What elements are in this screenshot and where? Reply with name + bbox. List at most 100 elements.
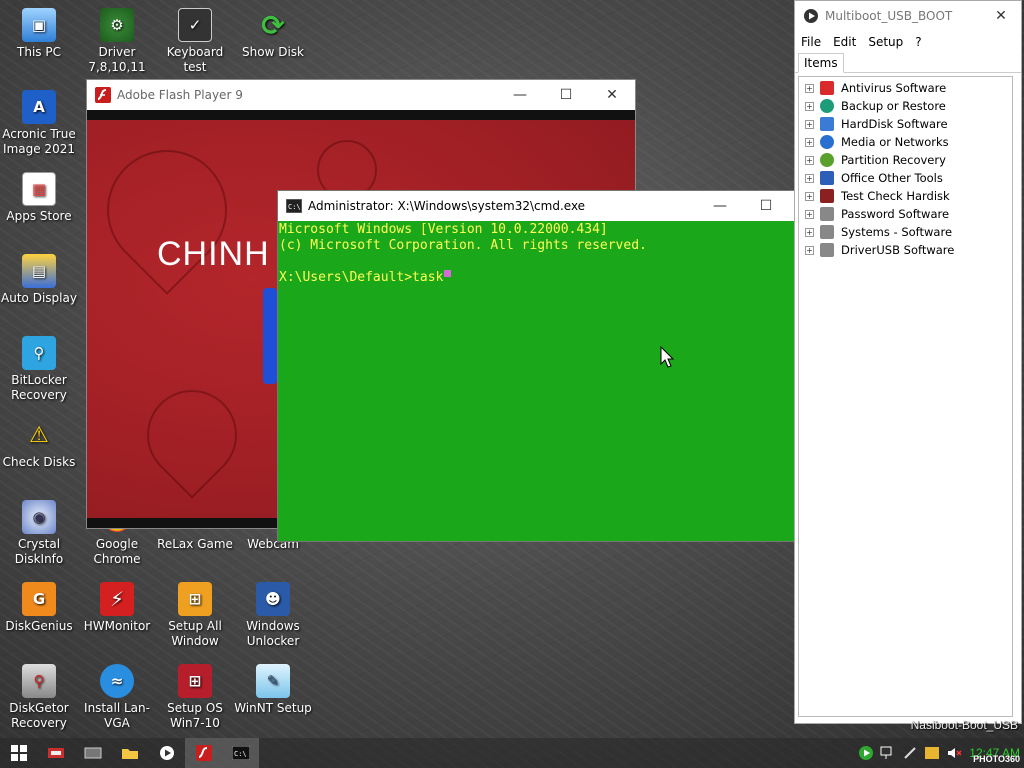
taskbar-network-tool[interactable]	[37, 738, 74, 768]
tree-item-harddisk[interactable]: + HardDisk Software	[799, 115, 1012, 133]
network-icon[interactable]	[877, 738, 899, 768]
start-button[interactable]	[0, 738, 37, 768]
hwmonitor-icon: ⚡	[100, 582, 134, 616]
usb-icon	[820, 243, 834, 257]
desktop-icon-show-disk[interactable]: ⟳ Show Disk	[234, 8, 312, 60]
desktop-icon-diskgenius[interactable]: G DiskGenius	[0, 582, 78, 634]
expand-icon[interactable]: +	[805, 191, 814, 201]
close-button[interactable]: ✕	[981, 1, 1021, 31]
windows-81-icon: ⊞	[178, 664, 212, 698]
flash-banner-text: CHINH	[157, 235, 270, 273]
maximize-button[interactable]: ☐	[543, 80, 589, 110]
minimize-button[interactable]: —	[497, 80, 543, 110]
multiboot-window[interactable]: Multiboot_USB_BOOT ✕ File Edit Setup ? I…	[794, 0, 1022, 724]
minimize-button[interactable]: —	[697, 191, 743, 221]
driver-icon: ⚙	[100, 8, 134, 42]
taskbar-flash-player[interactable]	[185, 738, 222, 768]
password-icon	[820, 207, 834, 221]
console-line: (c) Microsoft Corporation. All rights re…	[279, 238, 647, 253]
desktop-icon-diskgetor[interactable]: ⚲ DiskGetor Recovery	[0, 664, 78, 731]
menu-edit[interactable]: Edit	[833, 35, 856, 49]
desktop-icon-windows-unlocker[interactable]: ☻ Windows Unlocker	[234, 582, 312, 649]
desktop-icon-setup-all-window[interactable]: ⊞ Setup All Window	[156, 582, 234, 649]
desktop-icon-check-disks[interactable]: ⚠ Check Disks	[0, 418, 78, 470]
tree-item-antivirus[interactable]: + Antivirus Software	[799, 79, 1012, 97]
desktop-icon-driver[interactable]: ⚙ Driver 7,8,10,11	[78, 8, 156, 75]
crystal-disk-icon: ◉	[22, 500, 56, 534]
disk-warning-icon: ⚠	[29, 422, 49, 448]
partition-icon	[820, 153, 834, 167]
taskbar: C:\ 12:47 AM	[0, 738, 1024, 768]
text-cursor	[444, 270, 452, 277]
tree-item-test-check[interactable]: + Test Check Hardisk	[799, 187, 1012, 205]
flash-button-shape	[263, 288, 277, 384]
console-prompt-line[interactable]: X:\Users\Default>task	[279, 270, 818, 286]
flash-titlebar[interactable]: Adobe Flash Player 9 — ☐ ✕	[87, 80, 635, 110]
backup-icon	[820, 99, 834, 113]
desktop-icon-winnt-setup[interactable]: ✎ WinNT Setup	[234, 664, 312, 716]
globe-icon	[820, 135, 834, 149]
tab-strip: Items	[795, 53, 1021, 73]
expand-icon[interactable]: +	[805, 137, 814, 147]
keyboard-test-icon: ✓	[178, 8, 212, 42]
keyboard-layout-icon[interactable]	[921, 738, 943, 768]
diskgenius-icon: G	[22, 582, 56, 616]
computer-icon: ▣	[22, 8, 56, 42]
expand-icon[interactable]: +	[805, 173, 814, 183]
cmd-window-title: Administrator: X:\Windows\system32\cmd.e…	[308, 199, 586, 213]
flash-window-title: Adobe Flash Player 9	[117, 88, 243, 102]
desktop-icon-crystal-diskinfo[interactable]: ◉ Crystal DiskInfo	[0, 500, 78, 567]
desktop-icon-acronis[interactable]: A Acronic True Image 2021	[0, 90, 78, 157]
desktop-icon-install-lan-vga[interactable]: ≈ Install Lan-VGA	[78, 664, 156, 731]
desktop-icon-setup-os[interactable]: ⊞ Setup OS Win7-10	[156, 664, 234, 731]
taskbar-media-player[interactable]	[148, 738, 185, 768]
expand-icon[interactable]: +	[805, 101, 814, 111]
menu-help[interactable]: ?	[915, 35, 921, 49]
desktop-icon-apps-store[interactable]: ▦ Apps Store	[0, 172, 78, 224]
tree-item-driverusb[interactable]: + DriverUSB Software	[799, 241, 1012, 259]
expand-icon[interactable]: +	[805, 245, 814, 255]
desktop-icon-hwmonitor[interactable]: ⚡ HWMonitor	[78, 582, 156, 634]
close-button[interactable]: ✕	[589, 80, 635, 110]
wifi-icon: ≈	[100, 664, 134, 698]
multiboot-window-title: Multiboot_USB_BOOT	[825, 9, 953, 23]
taskbar-cmd[interactable]: C:\	[222, 738, 259, 768]
tree-item-backup[interactable]: + Backup or Restore	[799, 97, 1012, 115]
tree-item-partition[interactable]: + Partition Recovery	[799, 151, 1012, 169]
desktop-icon-this-pc[interactable]: ▣ This PC	[0, 8, 78, 60]
photo-watermark: PHOTO360	[973, 754, 1020, 764]
store-bag-icon: ▦	[22, 172, 56, 206]
volume-muted-icon[interactable]	[943, 738, 965, 768]
expand-icon[interactable]: +	[805, 209, 814, 219]
cmd-window[interactable]: C:\ Administrator: X:\Windows\system32\c…	[277, 190, 836, 542]
expand-icon[interactable]: +	[805, 227, 814, 237]
tree-item-media[interactable]: + Media or Networks	[799, 133, 1012, 151]
console-area[interactable]: Microsoft Windows [Version 10.0.22000.43…	[278, 221, 818, 541]
tree-item-password[interactable]: + Password Software	[799, 205, 1012, 223]
menu-setup[interactable]: Setup	[868, 35, 903, 49]
play-circle-icon	[803, 8, 819, 24]
desktop-icon-keyboard-test[interactable]: ✓ Keyboard test	[156, 8, 234, 75]
items-tree[interactable]: + Antivirus Software + Backup or Restore +…	[798, 76, 1013, 717]
taskbar-file-explorer[interactable]	[111, 738, 148, 768]
expand-icon[interactable]: +	[805, 83, 814, 93]
desktop-icon-auto-display[interactable]: ▤ Auto Display	[0, 254, 78, 306]
cmd-titlebar[interactable]: C:\ Administrator: X:\Windows\system32\c…	[278, 191, 835, 221]
expand-icon[interactable]: +	[805, 119, 814, 129]
harddisk-icon	[820, 117, 834, 131]
network-tool-icon	[47, 748, 64, 758]
tab-items[interactable]: Items	[798, 53, 844, 73]
menu-bar: File Edit Setup ?	[795, 31, 1021, 53]
maximize-button[interactable]: ☐	[743, 191, 789, 221]
tray-play-icon[interactable]	[855, 738, 877, 768]
desktop-icon-bitlocker[interactable]: ⚲ BitLocker Recovery	[0, 336, 78, 403]
taskbar-keyboard[interactable]	[74, 738, 111, 768]
expand-icon[interactable]: +	[805, 155, 814, 165]
multiboot-titlebar[interactable]: Multiboot_USB_BOOT ✕	[795, 1, 1021, 31]
tree-item-systems[interactable]: + Systems - Software	[799, 223, 1012, 241]
tree-item-office[interactable]: + Office Other Tools	[799, 169, 1012, 187]
acronis-icon: A	[22, 90, 56, 124]
menu-file[interactable]: File	[801, 35, 821, 49]
pen-icon[interactable]	[899, 738, 921, 768]
